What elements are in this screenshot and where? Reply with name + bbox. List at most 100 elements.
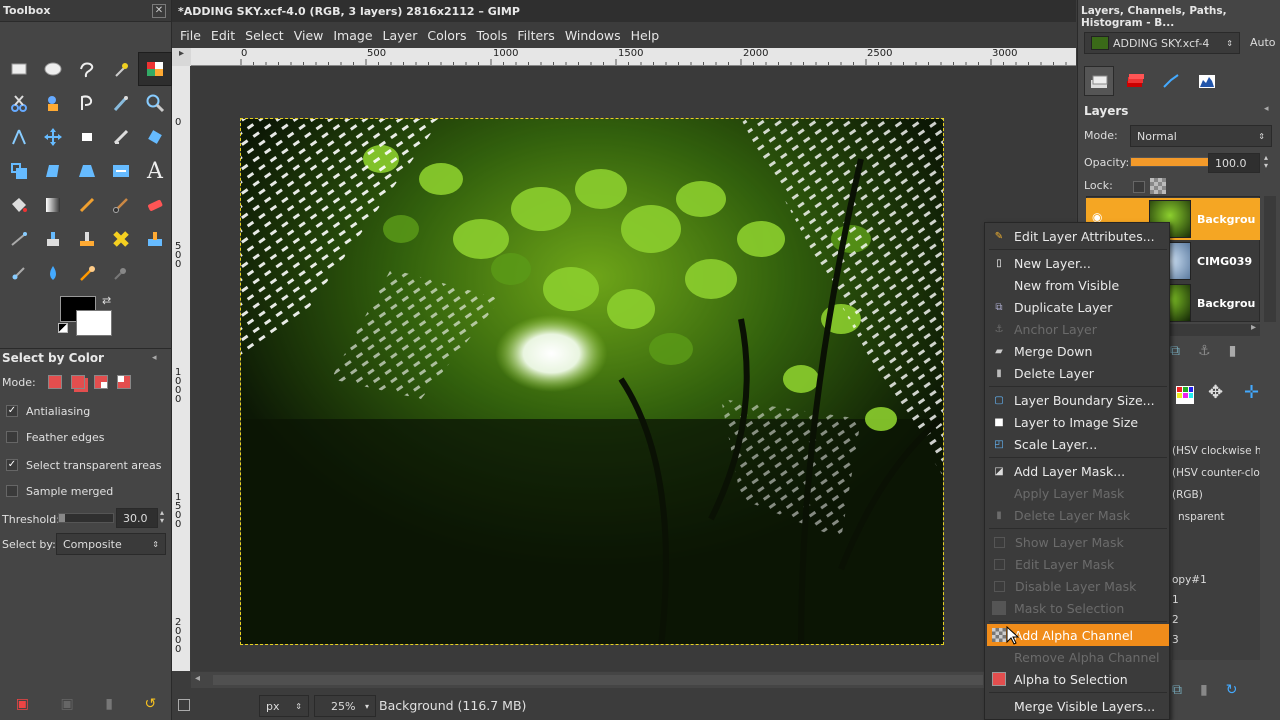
toolbox-close-icon[interactable]: ✕ <box>152 4 166 18</box>
delete-options-icon[interactable]: ▮ <box>105 696 113 712</box>
layers-vscrollbar[interactable] <box>1264 196 1276 322</box>
background-color-swatch[interactable] <box>76 310 112 336</box>
menu-item-mask-to-selection[interactable]: Mask to Selection <box>987 597 1169 619</box>
zoom-icon[interactable] <box>138 86 172 120</box>
panel-menu-icon[interactable]: ◂ <box>152 353 157 363</box>
menu-item-alpha-to-selection[interactable]: Alpha to Selection <box>987 668 1169 690</box>
reset-options-icon[interactable]: ↺ <box>144 696 156 712</box>
history-item[interactable]: (HSV clockwise hu <box>1172 440 1260 462</box>
menu-item-edit-layer-attributes[interactable]: ✎ Edit Layer Attributes... <box>987 225 1169 247</box>
swap-colors-icon[interactable]: ⇄ <box>102 294 111 307</box>
delete-layer-icon[interactable]: ▮ <box>1229 343 1237 359</box>
menu-item-disable-layer-mask[interactable]: Disable Layer Mask <box>987 575 1169 597</box>
history-item[interactable]: 1 <box>1172 590 1260 610</box>
pencil-icon[interactable] <box>70 188 104 222</box>
opacity-spinbox[interactable]: 100.0 <box>1208 153 1260 173</box>
lock-alpha-icon[interactable] <box>1150 178 1166 194</box>
menu-image[interactable]: Image <box>328 28 377 43</box>
ink-icon[interactable] <box>36 222 70 256</box>
vertical-ruler[interactable]: 0 5 0 0 1 0 0 0 1 5 0 0 2 0 0 0 <box>172 66 190 671</box>
sample-merged-checkbox[interactable] <box>6 485 18 497</box>
sample-merged-row[interactable]: Sample merged <box>6 478 113 504</box>
menu-item-delete-layer[interactable]: ▮ Delete Layer <box>987 362 1169 384</box>
navigate-icon[interactable] <box>178 699 190 711</box>
menu-item-new-from-visible[interactable]: New from Visible <box>987 274 1169 296</box>
panel-menu-icon[interactable]: ◂ <box>1264 104 1269 114</box>
menu-item-edit-layer-mask[interactable]: Edit Layer Mask <box>987 553 1169 575</box>
bucket-fill-icon[interactable] <box>2 188 36 222</box>
scale-icon[interactable] <box>2 154 36 188</box>
menu-item-show-layer-mask[interactable]: Show Layer Mask <box>987 531 1169 553</box>
smudge-brush-icon[interactable] <box>104 256 138 290</box>
menu-edit[interactable]: Edit <box>206 28 240 43</box>
menu-tools[interactable]: Tools <box>472 28 513 43</box>
palettes-tab-icon[interactable] <box>1172 382 1198 408</box>
horizontal-ruler[interactable]: 0 500 1000 1500 2000 2500 3000 <box>191 48 1076 66</box>
menu-file[interactable]: File <box>175 28 206 43</box>
history-item[interactable]: 3 <box>1172 630 1260 650</box>
mode-subtract-icon[interactable] <box>93 375 108 389</box>
fuzzy-select-icon[interactable] <box>104 52 138 86</box>
text-icon[interactable]: A <box>138 154 172 188</box>
restore-options-icon[interactable]: ▣ <box>61 696 74 712</box>
select-transparent-row[interactable]: ✓ Select transparent areas <box>6 452 162 478</box>
dodge-burn-icon[interactable] <box>70 256 104 290</box>
foreground-select-icon[interactable] <box>36 86 70 120</box>
select-by-color-icon[interactable] <box>138 52 172 86</box>
menu-item-new-layer[interactable]: ▯ New Layer... <box>987 252 1169 274</box>
lock-pixels-checkbox[interactable] <box>1133 181 1145 193</box>
menu-item-layer-to-image-size[interactable]: ■ Layer to Image Size <box>987 411 1169 433</box>
antialiasing-row[interactable]: ✓ Antialiasing <box>6 398 90 424</box>
menu-item-scale-layer[interactable]: ◰ Scale Layer... <box>987 433 1169 455</box>
paths-tab-icon[interactable] <box>1156 66 1186 96</box>
threshold-spin-arrows-icon[interactable]: ▴ ▾ <box>160 509 164 525</box>
flip-icon[interactable] <box>104 154 138 188</box>
menu-filters[interactable]: Filters <box>512 28 559 43</box>
refresh-history-icon[interactable]: ↻ <box>1226 682 1238 698</box>
menu-layer[interactable]: Layer <box>378 28 423 43</box>
mode-add-icon[interactable] <box>70 375 85 389</box>
eraser-icon[interactable] <box>138 188 172 222</box>
blur-icon[interactable] <box>36 256 70 290</box>
menu-help[interactable]: Help <box>626 28 665 43</box>
clone-icon[interactable] <box>70 222 104 256</box>
select-transparent-checkbox[interactable]: ✓ <box>6 459 18 471</box>
menu-item-anchor-layer[interactable]: ⚓ Anchor Layer <box>987 318 1169 340</box>
opacity-slider[interactable] <box>1130 157 1212 167</box>
quick-mask-corner-icon[interactable]: ▸ <box>172 48 191 66</box>
feather-row[interactable]: Feather edges <box>6 424 105 450</box>
scroll-left-icon[interactable]: ◂ <box>195 673 200 684</box>
auto-button[interactable]: Auto <box>1250 36 1276 49</box>
scissors-select-icon[interactable] <box>2 86 36 120</box>
menu-select[interactable]: Select <box>240 28 289 43</box>
mode-replace-icon[interactable] <box>47 375 62 389</box>
reset-colors-icon[interactable] <box>58 323 68 333</box>
menu-item-remove-alpha-channel[interactable]: Remove Alpha Channel <box>987 646 1169 668</box>
zoom-combo[interactable]: 25% ▾ <box>314 695 376 717</box>
history-item[interactable]: 2 <box>1172 610 1260 630</box>
history-item[interactable]: (RGB) <box>1172 484 1260 506</box>
save-options-icon[interactable]: ▣ <box>16 696 29 712</box>
align-icon[interactable] <box>70 120 104 154</box>
ellipse-select-icon[interactable] <box>36 52 70 86</box>
heal-icon[interactable] <box>104 222 138 256</box>
menu-item-add-layer-mask[interactable]: ◪ Add Layer Mask... <box>987 460 1169 482</box>
select-by-combo[interactable]: Composite ⇕ <box>56 533 166 555</box>
clear-history-icon[interactable]: ▮ <box>1200 682 1208 698</box>
unit-combo[interactable]: px ⇕ <box>259 695 309 717</box>
menu-item-duplicate-layer[interactable]: ⧉ Duplicate Layer <box>987 296 1169 318</box>
free-select-icon[interactable] <box>70 52 104 86</box>
move-tab-icon[interactable]: ✛ <box>1244 382 1270 408</box>
rect-select-icon[interactable] <box>2 52 36 86</box>
menu-item-merge-visible-layers[interactable]: Merge Visible Layers... <box>987 695 1169 717</box>
duplicate-layer-icon[interactable]: ⧉ <box>1170 343 1180 359</box>
feather-edges-checkbox[interactable] <box>6 431 18 443</box>
layers-tab-icon[interactable] <box>1084 66 1114 96</box>
menu-colors[interactable]: Colors <box>422 28 471 43</box>
menu-windows[interactable]: Windows <box>560 28 626 43</box>
perspective-clone-icon[interactable] <box>138 222 172 256</box>
mode-intersect-icon[interactable] <box>116 375 131 389</box>
scroll-thumb[interactable] <box>213 675 983 685</box>
history-item[interactable]: opy#1 <box>1172 570 1260 590</box>
menu-view[interactable]: View <box>289 28 329 43</box>
